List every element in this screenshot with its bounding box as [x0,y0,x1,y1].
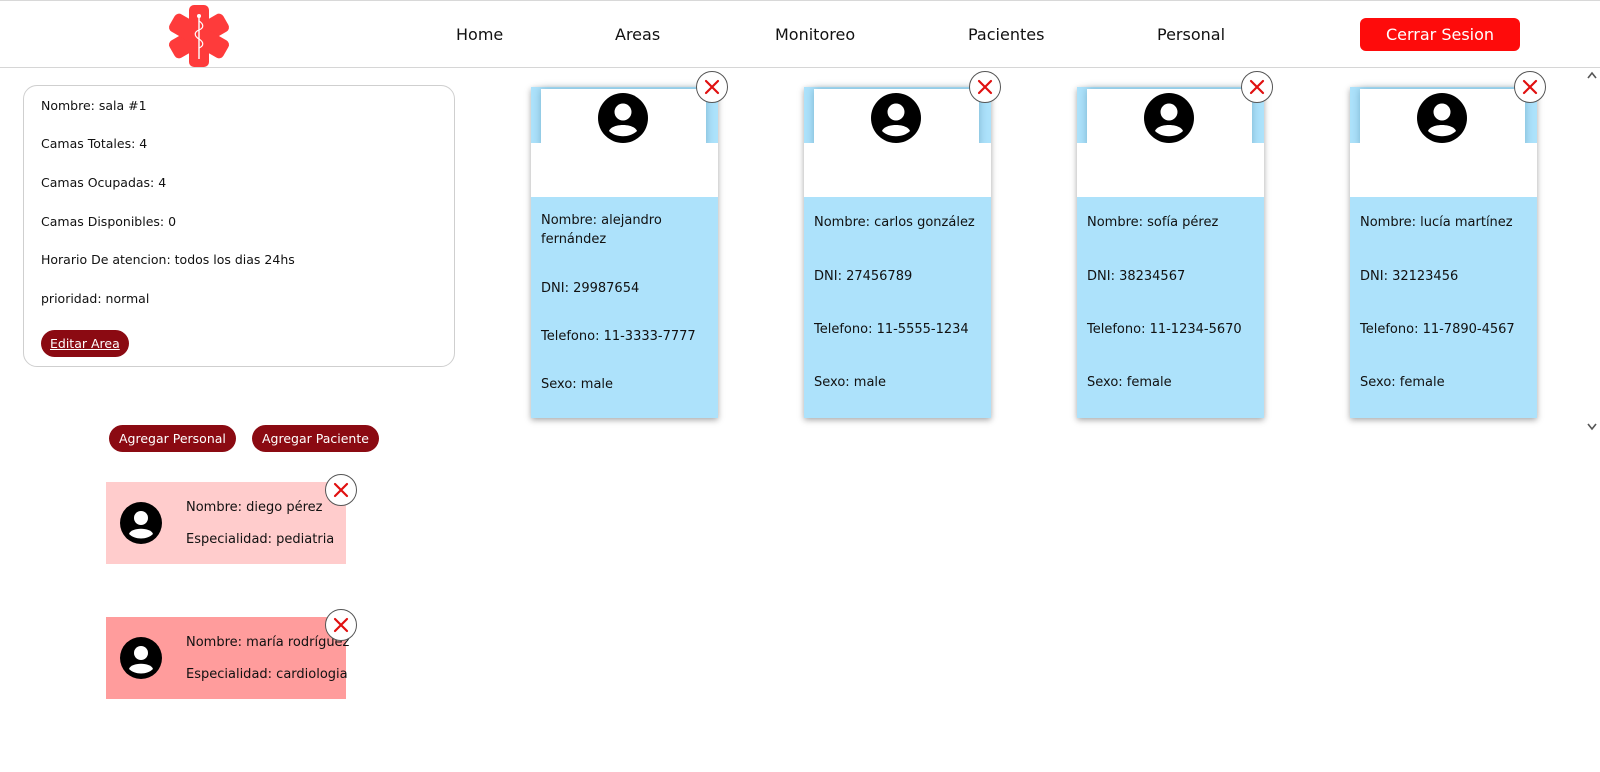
patients-scrollbar[interactable] [1584,68,1600,434]
patient-sex: Sexo: female [1087,375,1172,390]
close-icon [704,79,720,95]
nav-home-link[interactable]: Home [456,25,503,44]
patient-phone: Telefono: 11-7890-4567 [1360,322,1515,337]
patient-name: Nombre: sofía pérez [1087,215,1219,230]
scroll-up-arrow-icon [1587,71,1597,79]
user-avatar-icon [120,637,162,679]
add-patient-button[interactable]: Agregar Paciente [252,425,379,452]
area-info-card: Nombre: sala #1 Camas Totales: 4 Camas O… [23,85,455,367]
medical-star-of-life-icon[interactable] [166,3,232,69]
patient-name: Nombre: alejandro fernández [541,213,662,247]
patient-phone: Telefono: 11-3333-7777 [541,329,696,344]
patient-sex: Sexo: male [814,375,887,390]
close-icon [333,617,349,633]
patient-phone: Telefono: 11-1234-5670 [1087,322,1242,337]
bed-sheet [804,143,991,197]
area-occupied-beds: Camas Ocupadas: 4 [41,175,167,190]
area-priority: prioridad: normal [41,291,150,306]
patient-name: Nombre: lucía martínez [1360,215,1513,230]
user-avatar-icon [871,93,921,143]
add-staff-button[interactable]: Agregar Personal [109,425,236,452]
remove-staff-button[interactable] [325,474,357,506]
patient-sex: Sexo: female [1360,375,1445,390]
bed-sheet [1350,143,1537,197]
staff-specialty: Especialidad: cardiologia [186,667,348,682]
patient-bed-card[interactable]: Nombre: carlos gonzález DNI: 27456789 Te… [804,87,991,418]
area-name: Nombre: sala #1 [41,98,147,113]
remove-patient-button[interactable] [1241,71,1273,103]
patient-name: Nombre: carlos gonzález [814,215,975,230]
user-avatar-icon [120,502,162,544]
staff-name: Nombre: diego pérez [186,500,323,515]
nav-pacientes-link[interactable]: Pacientes [968,25,1044,44]
patient-dni: DNI: 38234567 [1087,269,1186,284]
staff-name: Nombre: maría rodríguez [186,635,350,650]
edit-area-button[interactable]: Editar Area [41,330,129,357]
close-icon [977,79,993,95]
close-icon [1522,79,1538,95]
patient-dni: DNI: 27456789 [814,269,913,284]
remove-patient-button[interactable] [1514,71,1546,103]
bed-sheet [1077,143,1264,197]
nav-monitoreo-link[interactable]: Monitoreo [775,25,855,44]
patient-bed-card[interactable]: Nombre: sofía pérez DNI: 38234567 Telefo… [1077,87,1264,418]
user-avatar-icon [1417,93,1467,143]
scroll-down-arrow-icon [1587,423,1597,431]
patient-sex: Sexo: male [541,377,614,392]
staff-card: Nombre: diego pérez Especialidad: pediat… [106,482,346,564]
remove-patient-button[interactable] [969,71,1001,103]
top-navbar: Home Areas Monitoreo Pacientes Personal … [0,0,1600,68]
staff-card: Nombre: maría rodríguez Especialidad: ca… [106,617,350,699]
area-schedule: Horario De atencion: todos los dias 24hs [41,252,295,267]
area-total-beds: Camas Totales: 4 [41,136,148,151]
patient-dni: DNI: 29987654 [541,281,640,296]
patient-bed-card[interactable]: Nombre: alejandro fernández DNI: 2998765… [531,87,718,418]
area-available-beds: Camas Disponibles: 0 [41,214,177,229]
close-icon [333,482,349,498]
patient-dni: DNI: 32123456 [1360,269,1459,284]
bed-sheet [531,143,718,197]
user-avatar-icon [598,93,648,143]
nav-personal-link[interactable]: Personal [1157,25,1225,44]
staff-specialty: Especialidad: pediatria [186,532,335,547]
close-icon [1249,79,1265,95]
logout-button[interactable]: Cerrar Sesion [1360,18,1520,51]
nav-areas-link[interactable]: Areas [615,25,660,44]
remove-staff-button[interactable] [325,609,357,641]
remove-patient-button[interactable] [696,71,728,103]
user-avatar-icon [1144,93,1194,143]
patient-bed-card[interactable]: Nombre: lucía martínez DNI: 32123456 Tel… [1350,87,1537,418]
patient-phone: Telefono: 11-5555-1234 [814,322,969,337]
